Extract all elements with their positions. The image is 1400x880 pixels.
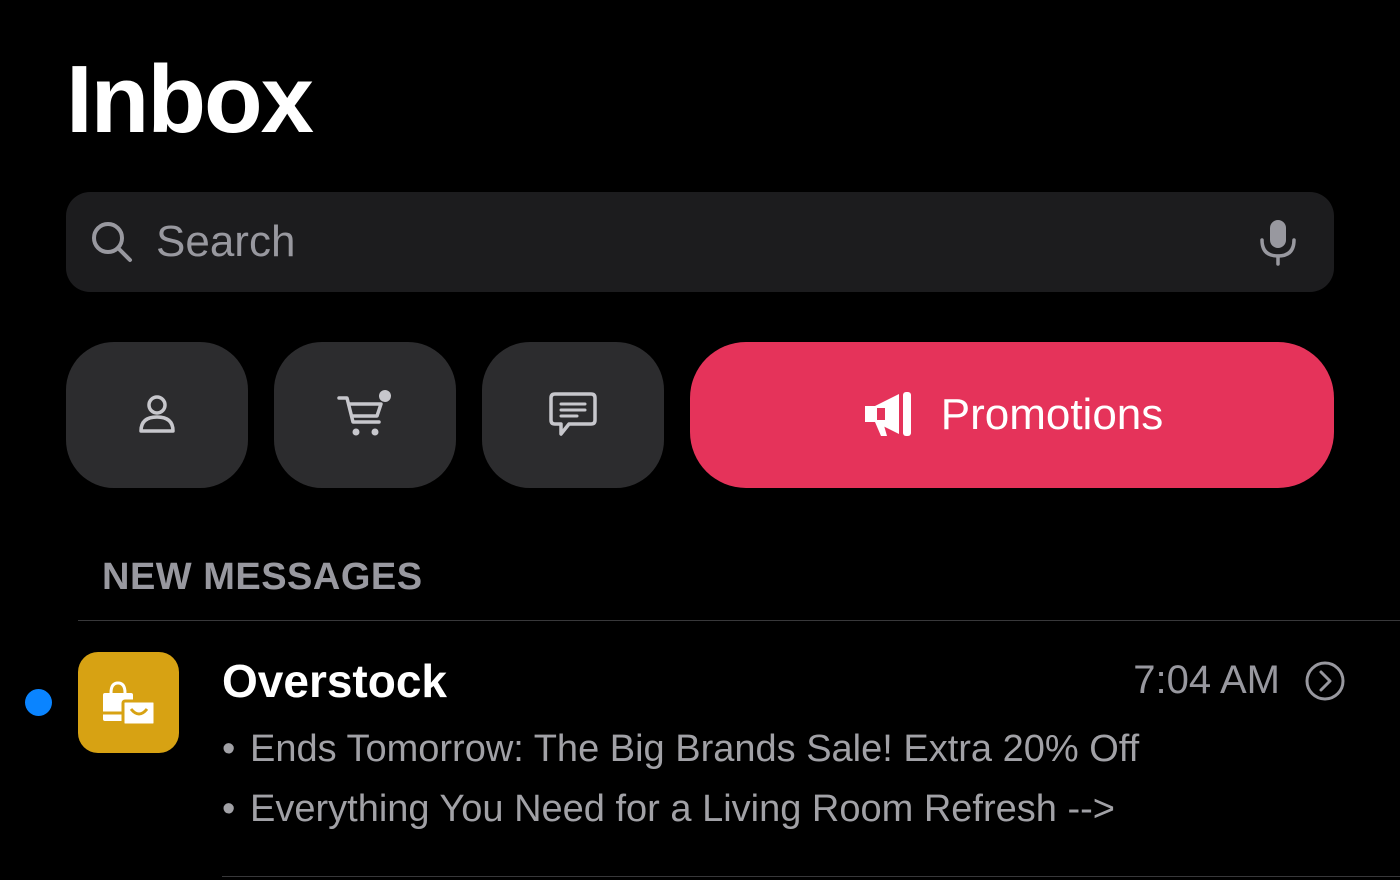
section-header: NEW MESSAGES: [102, 556, 423, 598]
search-bar[interactable]: [66, 192, 1334, 292]
unread-indicator: [25, 689, 52, 716]
page-title: Inbox: [66, 46, 314, 153]
sender-avatar: [78, 652, 179, 753]
category-transactions-button[interactable]: [274, 342, 456, 488]
search-input[interactable]: [156, 212, 1236, 272]
microphone-icon[interactable]: [1250, 214, 1306, 270]
preview-text: Everything You Need for a Living Room Re…: [250, 788, 1115, 830]
divider: [78, 620, 1400, 621]
cart-icon: [337, 390, 391, 436]
promotions-label: Promotions: [940, 390, 1164, 439]
sender-name: Overstock: [222, 655, 448, 707]
search-icon: [92, 222, 132, 262]
category-primary-button[interactable]: [66, 342, 248, 488]
message-preview-line: • Ends Tomorrow: The Big Brands Sale! Ext…: [222, 728, 1139, 771]
message-time: 7:04 AM: [1133, 658, 1280, 702]
megaphone-icon: [864, 392, 911, 436]
category-promotions-button[interactable]: Promotions: [690, 342, 1334, 488]
preview-text: Ends Tomorrow: The Big Brands Sale! Extr…: [250, 728, 1140, 770]
divider: [222, 876, 1400, 877]
bullet: •: [222, 788, 236, 830]
chevron-right-circle-icon[interactable]: [1304, 660, 1346, 702]
person-icon: [139, 395, 175, 433]
message-preview-line: • Everything You Need for a Living Room R…: [222, 788, 1115, 831]
bullet: •: [222, 728, 236, 770]
category-updates-button[interactable]: [482, 342, 664, 488]
chat-bubble-icon: [549, 392, 597, 436]
shopping-bag-icon: [102, 680, 156, 726]
